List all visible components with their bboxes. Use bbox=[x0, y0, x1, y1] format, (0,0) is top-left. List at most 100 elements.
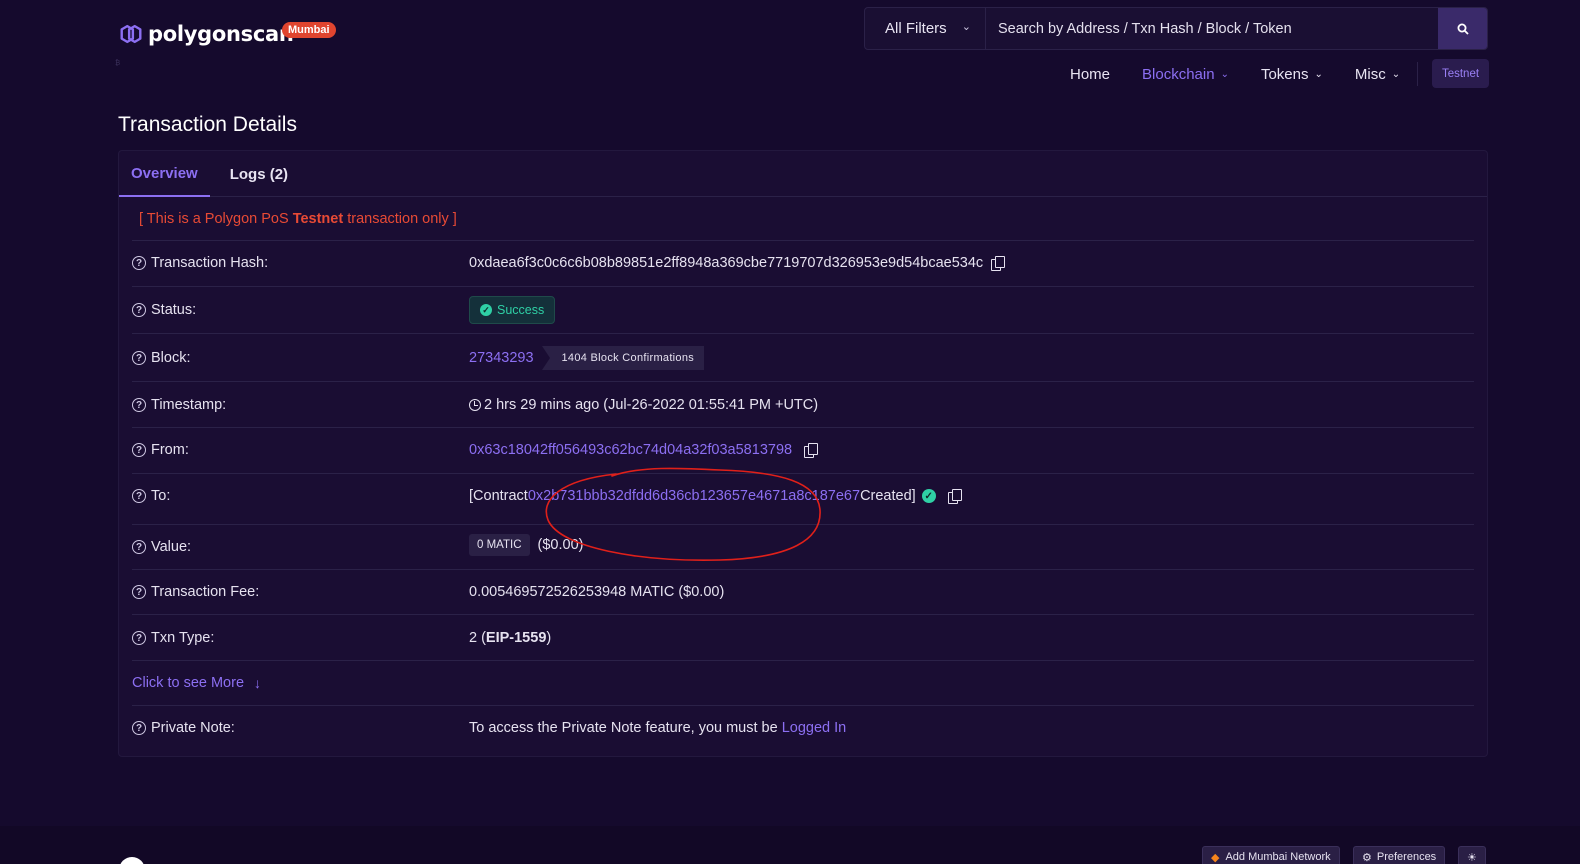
row-tx-hash: ? Transaction Hash: 0xdaea6f3c0c6c6b08b8… bbox=[132, 240, 1474, 286]
row-fee: ? Transaction Fee: 0.005469572526253948 … bbox=[132, 569, 1474, 614]
login-link[interactable]: Logged In bbox=[782, 720, 847, 736]
status-label: ? Status: bbox=[132, 302, 196, 318]
fee-label: ? Transaction Fee: bbox=[132, 584, 259, 600]
transaction-card: Overview Logs (2) [ This is a Polygon Po… bbox=[118, 150, 1488, 757]
search-icon bbox=[1457, 23, 1469, 35]
see-more-link[interactable]: Click to see More ↓ bbox=[132, 675, 261, 691]
copy-icon[interactable] bbox=[947, 489, 962, 504]
help-icon[interactable]: ? bbox=[132, 540, 146, 554]
tx-hash-label-text: Transaction Hash: bbox=[151, 255, 269, 271]
help-icon[interactable]: ? bbox=[132, 398, 146, 412]
preferences-label: Preferences bbox=[1376, 851, 1437, 863]
from-address-link[interactable]: 0x63c18042ff056493c62bc74d04a32f03a58137… bbox=[469, 442, 792, 458]
help-icon[interactable]: ? bbox=[132, 631, 146, 645]
block-value: 27343293 1404 Block Confirmations bbox=[469, 346, 705, 370]
status-value: ✓ Success bbox=[469, 296, 556, 324]
help-icon[interactable]: ? bbox=[132, 351, 146, 365]
help-icon[interactable]: ? bbox=[132, 585, 146, 599]
notice-prefix: [ This is a Polygon PoS bbox=[139, 211, 293, 227]
notice-bold: Testnet bbox=[292, 211, 344, 227]
txn-type-label: ? Txn Type: bbox=[132, 630, 214, 646]
footer bbox=[0, 826, 1580, 864]
nav-home[interactable]: Home bbox=[1070, 66, 1110, 83]
value-usd: ($0.00) bbox=[537, 537, 584, 553]
chevron-down-icon: ⌄ bbox=[1314, 68, 1323, 80]
check-circle-icon: ✓ bbox=[921, 489, 936, 503]
value-value: 0 MATIC ($0.00) bbox=[469, 534, 583, 556]
value-label-text: Value: bbox=[151, 539, 192, 555]
fee-value: 0.005469572526253948 MATIC ($0.00) bbox=[469, 584, 724, 600]
block-confirmations: 1404 Block Confirmations bbox=[541, 346, 705, 370]
timestamp-text: 2 hrs 29 mins ago (Jul-26-2022 01:55:41 … bbox=[484, 397, 819, 413]
help-icon[interactable]: ? bbox=[132, 303, 146, 317]
row-value: ? Value: 0 MATIC ($0.00) bbox=[132, 524, 1474, 569]
block-label-text: Block: bbox=[151, 350, 191, 366]
tab-overview[interactable]: Overview bbox=[119, 151, 210, 197]
testnet-switch[interactable]: Testnet bbox=[1432, 59, 1489, 88]
arrow-down-icon: ↓ bbox=[254, 675, 262, 691]
row-to: ? To: [Contract 0x2b731bbb32dfdd6d36cb12… bbox=[132, 473, 1474, 524]
nav-misc[interactable]: Misc ⌄ bbox=[1355, 66, 1400, 83]
from-label-text: From: bbox=[151, 442, 189, 458]
add-network-label: Add Mumbai Network bbox=[1225, 851, 1331, 863]
filter-label: All Filters bbox=[885, 20, 947, 37]
chevron-down-icon: ⌄ bbox=[1220, 68, 1229, 80]
block-number-link[interactable]: 27343293 bbox=[469, 350, 534, 366]
status-label-text: Status: bbox=[151, 302, 197, 318]
search-filter-select[interactable]: All Filters ⌄ bbox=[865, 8, 986, 49]
sun-icon: ☀ bbox=[1467, 851, 1477, 864]
main-nav: Home Blockchain ⌄ Tokens ⌄ Misc ⌄ bbox=[1070, 62, 1432, 86]
private-note-text: To access the Private Note feature, you … bbox=[469, 720, 778, 736]
add-network-button[interactable]: ◆ Add Mumbai Network bbox=[1202, 846, 1340, 864]
polygon-logo-icon bbox=[120, 24, 142, 44]
chevron-down-icon: ⌄ bbox=[961, 21, 971, 33]
txn-type-label-text: Txn Type: bbox=[151, 630, 215, 646]
nav-blockchain[interactable]: Blockchain ⌄ bbox=[1142, 66, 1229, 83]
value-amount: 0 MATIC bbox=[469, 534, 530, 556]
brand-sub-icon: ₿ bbox=[115, 60, 121, 67]
row-block: ? Block: 27343293 1404 Block Confirmatio… bbox=[132, 333, 1474, 381]
network-badge: Mumbai bbox=[282, 22, 336, 38]
status-badge: ✓ Success bbox=[469, 296, 556, 324]
copy-icon[interactable] bbox=[804, 443, 819, 458]
timestamp-label-text: Timestamp: bbox=[151, 397, 227, 413]
tx-hash-label: ? Transaction Hash: bbox=[132, 255, 268, 271]
row-private-note: ? Private Note: To access the Private No… bbox=[132, 705, 1474, 751]
search-input[interactable] bbox=[986, 8, 1438, 49]
nav-blockchain-label: Blockchain bbox=[1142, 65, 1215, 83]
from-label: ? From: bbox=[132, 442, 189, 458]
notice-suffix: transaction only ] bbox=[343, 211, 457, 227]
theme-toggle-button[interactable]: ☀ bbox=[1458, 846, 1486, 864]
from-value: 0x63c18042ff056493c62bc74d04a32f03a58137… bbox=[469, 442, 819, 458]
contract-address-link[interactable]: 0x2b731bbb32dfdd6d36cb123657e4671a8c187e… bbox=[528, 488, 860, 504]
nav-tokens[interactable]: Tokens ⌄ bbox=[1261, 66, 1323, 83]
help-icon[interactable]: ? bbox=[132, 256, 146, 270]
check-circle-icon: ✓ bbox=[480, 304, 492, 316]
copy-icon[interactable] bbox=[991, 256, 1006, 271]
testnet-notice: [ This is a Polygon PoS Testnet transact… bbox=[139, 211, 457, 227]
brand-name: polygonscan bbox=[148, 22, 294, 46]
txn-type-value: 2 (EIP-1559) bbox=[469, 630, 551, 646]
fee-text: 0.005469572526253948 MATIC ($0.00) bbox=[469, 584, 725, 600]
tab-logs[interactable]: Logs (2) bbox=[218, 151, 300, 197]
clock-icon bbox=[469, 399, 481, 411]
brand-logo[interactable]: polygonscan bbox=[118, 22, 294, 46]
to-suffix: Created] bbox=[860, 488, 916, 504]
help-icon[interactable]: ? bbox=[132, 443, 146, 457]
nav-home-label: Home bbox=[1070, 65, 1111, 83]
to-label: ? To: bbox=[132, 488, 170, 504]
metamask-icon: ◆ bbox=[1211, 851, 1220, 864]
tab-bar: Overview Logs (2) bbox=[119, 151, 1487, 197]
nav-misc-label: Misc bbox=[1354, 65, 1386, 83]
help-icon[interactable]: ? bbox=[132, 489, 146, 503]
preferences-button[interactable]: ⚙ Preferences bbox=[1353, 846, 1446, 864]
timestamp-value: 2 hrs 29 mins ago (Jul-26-2022 01:55:41 … bbox=[469, 397, 818, 413]
row-see-more: Click to see More ↓ bbox=[132, 660, 1474, 705]
nav-tokens-label: Tokens bbox=[1260, 65, 1309, 83]
search-button[interactable] bbox=[1438, 8, 1487, 49]
help-icon[interactable]: ? bbox=[132, 721, 146, 735]
row-status: ? Status: ✓ Success bbox=[132, 286, 1474, 333]
gear-icon: ⚙ bbox=[1362, 851, 1372, 864]
search-bar: All Filters ⌄ bbox=[864, 7, 1488, 50]
private-note-value: To access the Private Note feature, you … bbox=[469, 720, 846, 736]
